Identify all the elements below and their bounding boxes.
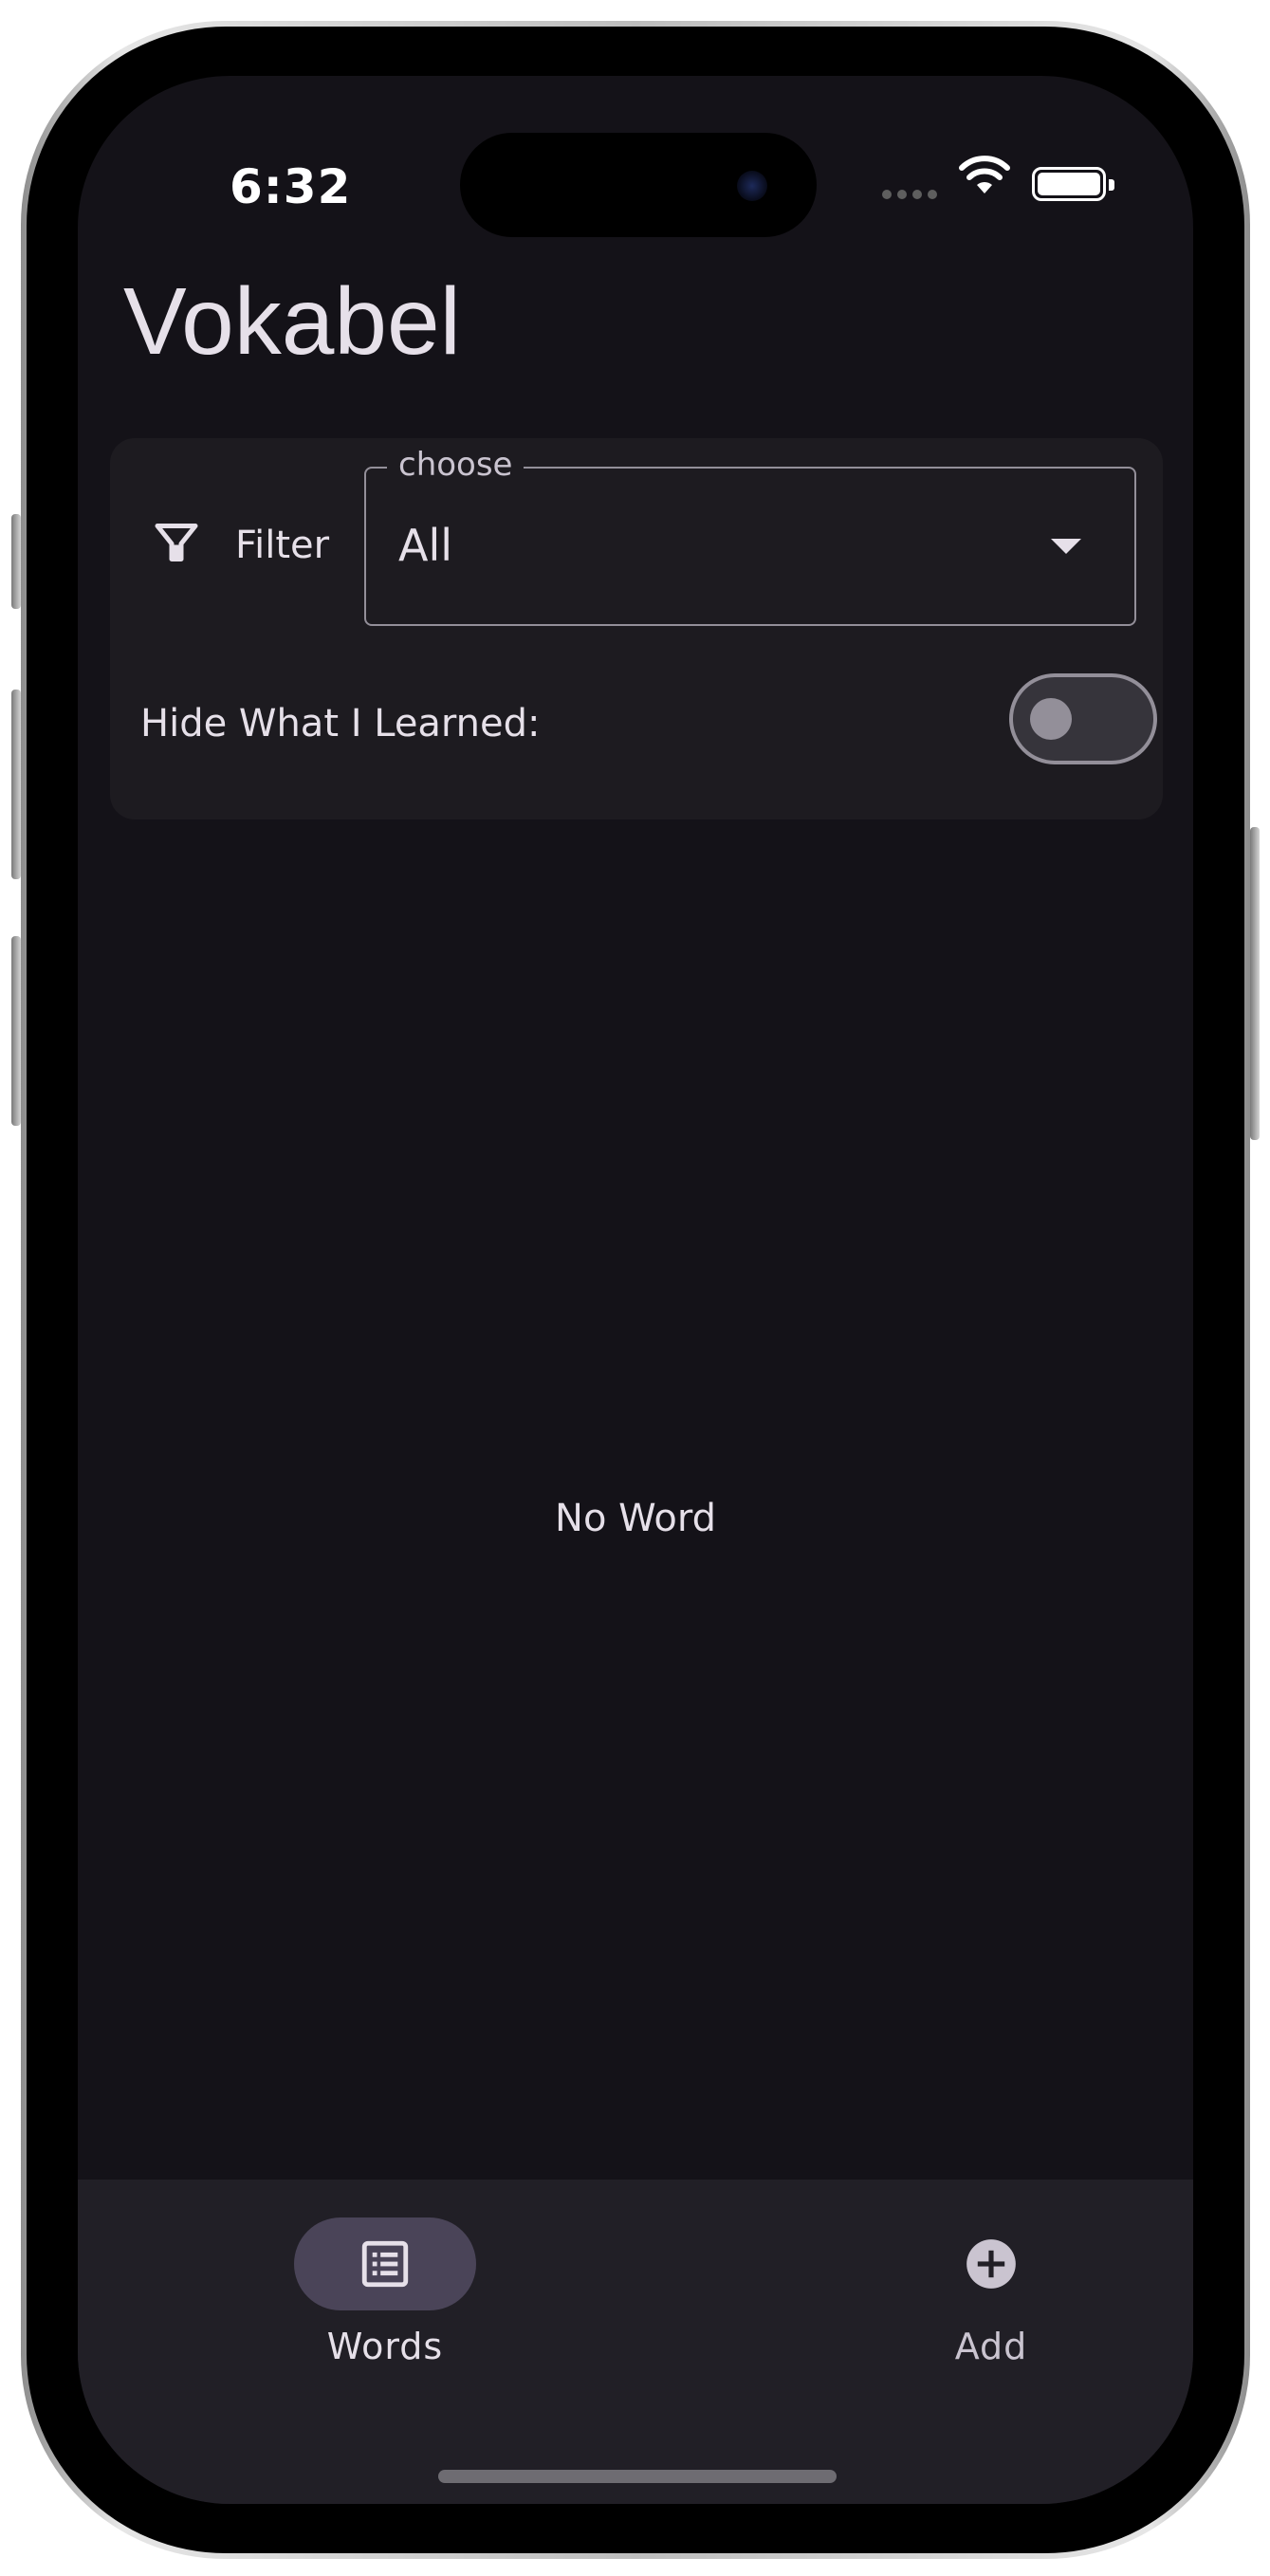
- dropdown-arrow-icon: [1051, 539, 1081, 554]
- add-circle-icon: [966, 2239, 1016, 2289]
- device-bezel: 6:32 Vokabel Filter choose All Hide What…: [27, 27, 1244, 2553]
- volume-down-button: [11, 936, 21, 1126]
- dropdown-legend: choose: [387, 446, 525, 484]
- power-button: [1250, 827, 1260, 1140]
- status-time: 6:32: [230, 159, 352, 214]
- filter-label: Filter: [235, 524, 330, 567]
- nav-item-words[interactable]: Words: [243, 2217, 527, 2367]
- category-dropdown[interactable]: choose All: [364, 446, 1136, 626]
- list-icon: [361, 2240, 409, 2288]
- app-screen: 6:32 Vokabel Filter choose All Hide What…: [78, 76, 1193, 2504]
- nav-active-indicator: [294, 2217, 476, 2310]
- nav-icon-container: [900, 2217, 1082, 2310]
- page-title: Vokabel: [123, 268, 461, 375]
- status-bar: 6:32: [78, 76, 1193, 237]
- empty-state-text: No Word: [555, 1497, 716, 1540]
- nav-item-add[interactable]: Add: [849, 2217, 1133, 2367]
- hide-learned-switch[interactable]: [1009, 673, 1157, 764]
- nav-label-words: Words: [326, 2326, 444, 2367]
- battery-icon: [1032, 167, 1114, 201]
- hide-learned-label: Hide What I Learned:: [140, 702, 541, 745]
- dynamic-island: [460, 133, 817, 237]
- home-indicator[interactable]: [438, 2470, 837, 2483]
- action-button: [11, 514, 21, 609]
- cellular-signal-icon: [882, 190, 937, 199]
- bottom-navigation: Words Add: [78, 2180, 1193, 2504]
- volume-up-button: [11, 690, 21, 879]
- filter-card: Filter choose All Hide What I Learned:: [110, 438, 1163, 819]
- wifi-icon: [959, 156, 1010, 193]
- nav-label-add: Add: [954, 2326, 1028, 2367]
- phone-frame: 6:32 Vokabel Filter choose All Hide What…: [11, 21, 1260, 2559]
- dropdown-selected-value: All: [398, 520, 453, 571]
- switch-thumb: [1030, 698, 1072, 740]
- filter-icon: [155, 524, 198, 561]
- front-camera: [737, 171, 767, 201]
